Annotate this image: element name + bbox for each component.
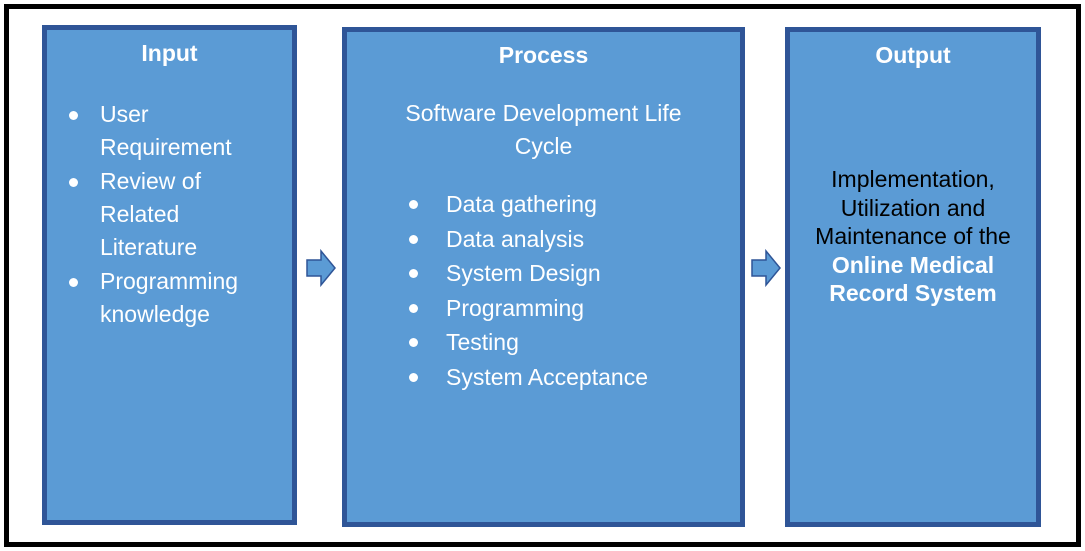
process-title: Process (498, 42, 589, 68)
bullet-icon (69, 111, 78, 120)
input-item: Programming knowledge (67, 265, 238, 331)
process-item: Programming (407, 291, 648, 326)
process-item: Data analysis (407, 222, 648, 257)
output-description: Implementation, Utilization and Maintena… (790, 165, 1036, 308)
process-list: Data gathering Data analysis System Desi… (407, 187, 648, 394)
bullet-icon (409, 200, 418, 209)
input-list: User Requirement Review of Related Liter… (67, 98, 238, 331)
bullet-icon (409, 338, 418, 347)
output-box: Output Implementation, Utilization and M… (785, 27, 1041, 527)
bullet-icon (409, 372, 418, 382)
process-item: System Acceptance (407, 360, 648, 395)
system-name: Record System (829, 280, 997, 306)
bullet-icon (69, 278, 78, 287)
bullet-icon (409, 234, 418, 244)
bullet-icon (69, 178, 78, 187)
process-item: Testing (407, 325, 648, 360)
right-arrow-icon (306, 248, 336, 288)
process-item: Data gathering (407, 187, 648, 222)
process-subtitle: Software Development Life Cycle (405, 100, 682, 159)
system-name: Online Medical (831, 251, 995, 278)
input-item: User Requirement (67, 98, 238, 164)
process-item: System Design (407, 256, 648, 291)
bullet-icon (409, 303, 418, 313)
input-title: Input (141, 40, 198, 66)
bullet-icon (409, 269, 418, 278)
right-arrow-icon (751, 248, 781, 288)
output-title: Output (875, 42, 951, 68)
input-box: Input User Requirement Review of Related… (42, 25, 297, 525)
input-item: Review of Related Literature (67, 165, 238, 264)
process-box: Process Software Development Life Cycle … (342, 27, 745, 527)
